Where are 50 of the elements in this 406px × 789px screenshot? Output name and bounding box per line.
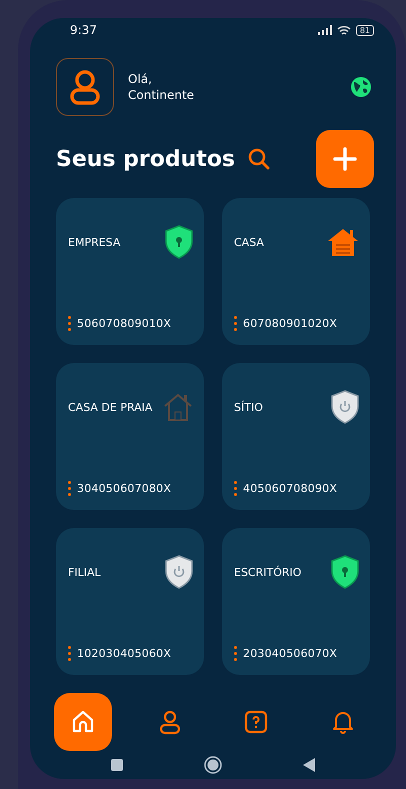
greeting-text: Olá,: [128, 71, 153, 88]
product-card[interactable]: ESCRITÓRIO 203040506070X: [222, 528, 370, 676]
more-icon[interactable]: [68, 316, 71, 332]
search-icon[interactable]: [247, 147, 272, 172]
product-name: CASA: [234, 236, 264, 249]
product-serial: 102030405060X: [77, 647, 172, 660]
profile-icon: [158, 709, 181, 736]
more-icon[interactable]: [68, 481, 71, 496]
shield-lock-icon: [330, 555, 360, 590]
product-name: SÍTIO: [234, 400, 263, 414]
more-icon[interactable]: [234, 316, 237, 332]
avatar-button[interactable]: [56, 58, 114, 116]
plus-icon: [333, 147, 357, 172]
recents-icon[interactable]: [110, 759, 123, 772]
product-card[interactable]: FILIAL 102030405060X: [56, 528, 204, 676]
back-icon[interactable]: [303, 758, 316, 772]
shield-lock-icon: [164, 225, 194, 260]
globe-icon[interactable]: [350, 76, 372, 98]
user-icon: [69, 69, 101, 106]
product-serial: 405060708090X: [243, 482, 338, 496]
product-name: CASA DE PRAIA: [68, 400, 152, 414]
nav-tab[interactable]: [54, 693, 112, 752]
more-icon[interactable]: [234, 481, 237, 496]
bell-icon: [330, 709, 355, 736]
product-name: FILIAL: [68, 566, 101, 579]
add-button[interactable]: [316, 130, 374, 188]
status-time: 9:37: [70, 23, 97, 38]
wifi-icon: [336, 24, 351, 36]
signal-icon: [318, 25, 332, 36]
product-card[interactable]: SÍTIO 405060708090X: [222, 363, 370, 510]
product-serial: 304050607080X: [77, 482, 172, 496]
section-title: Seus produtos: [56, 146, 236, 172]
product-name: EMPRESA: [68, 236, 120, 249]
more-icon[interactable]: [234, 646, 237, 662]
house-icon: [326, 227, 360, 258]
user-name: Continente: [128, 87, 196, 104]
shield-power-icon: [164, 555, 194, 590]
product-serial: 203040506070X: [243, 647, 338, 660]
more-icon[interactable]: [68, 646, 71, 662]
product-card[interactable]: CASA 607080901020X: [222, 198, 370, 346]
product-name: ESCRITÓRIO: [234, 566, 302, 579]
product-card[interactable]: EMPRESA 506070809010X: [56, 198, 204, 346]
product-serial: 607080901020X: [243, 317, 338, 330]
product-serial: 506070809010X: [77, 317, 172, 330]
house-icon: [162, 392, 194, 422]
help-icon: [244, 710, 268, 734]
product-card[interactable]: CASA DE PRAIA 304050607080X: [56, 363, 204, 510]
shield-power-icon: [330, 390, 360, 424]
home-circle-icon[interactable]: [204, 756, 222, 774]
battery-level: 81: [356, 24, 374, 36]
